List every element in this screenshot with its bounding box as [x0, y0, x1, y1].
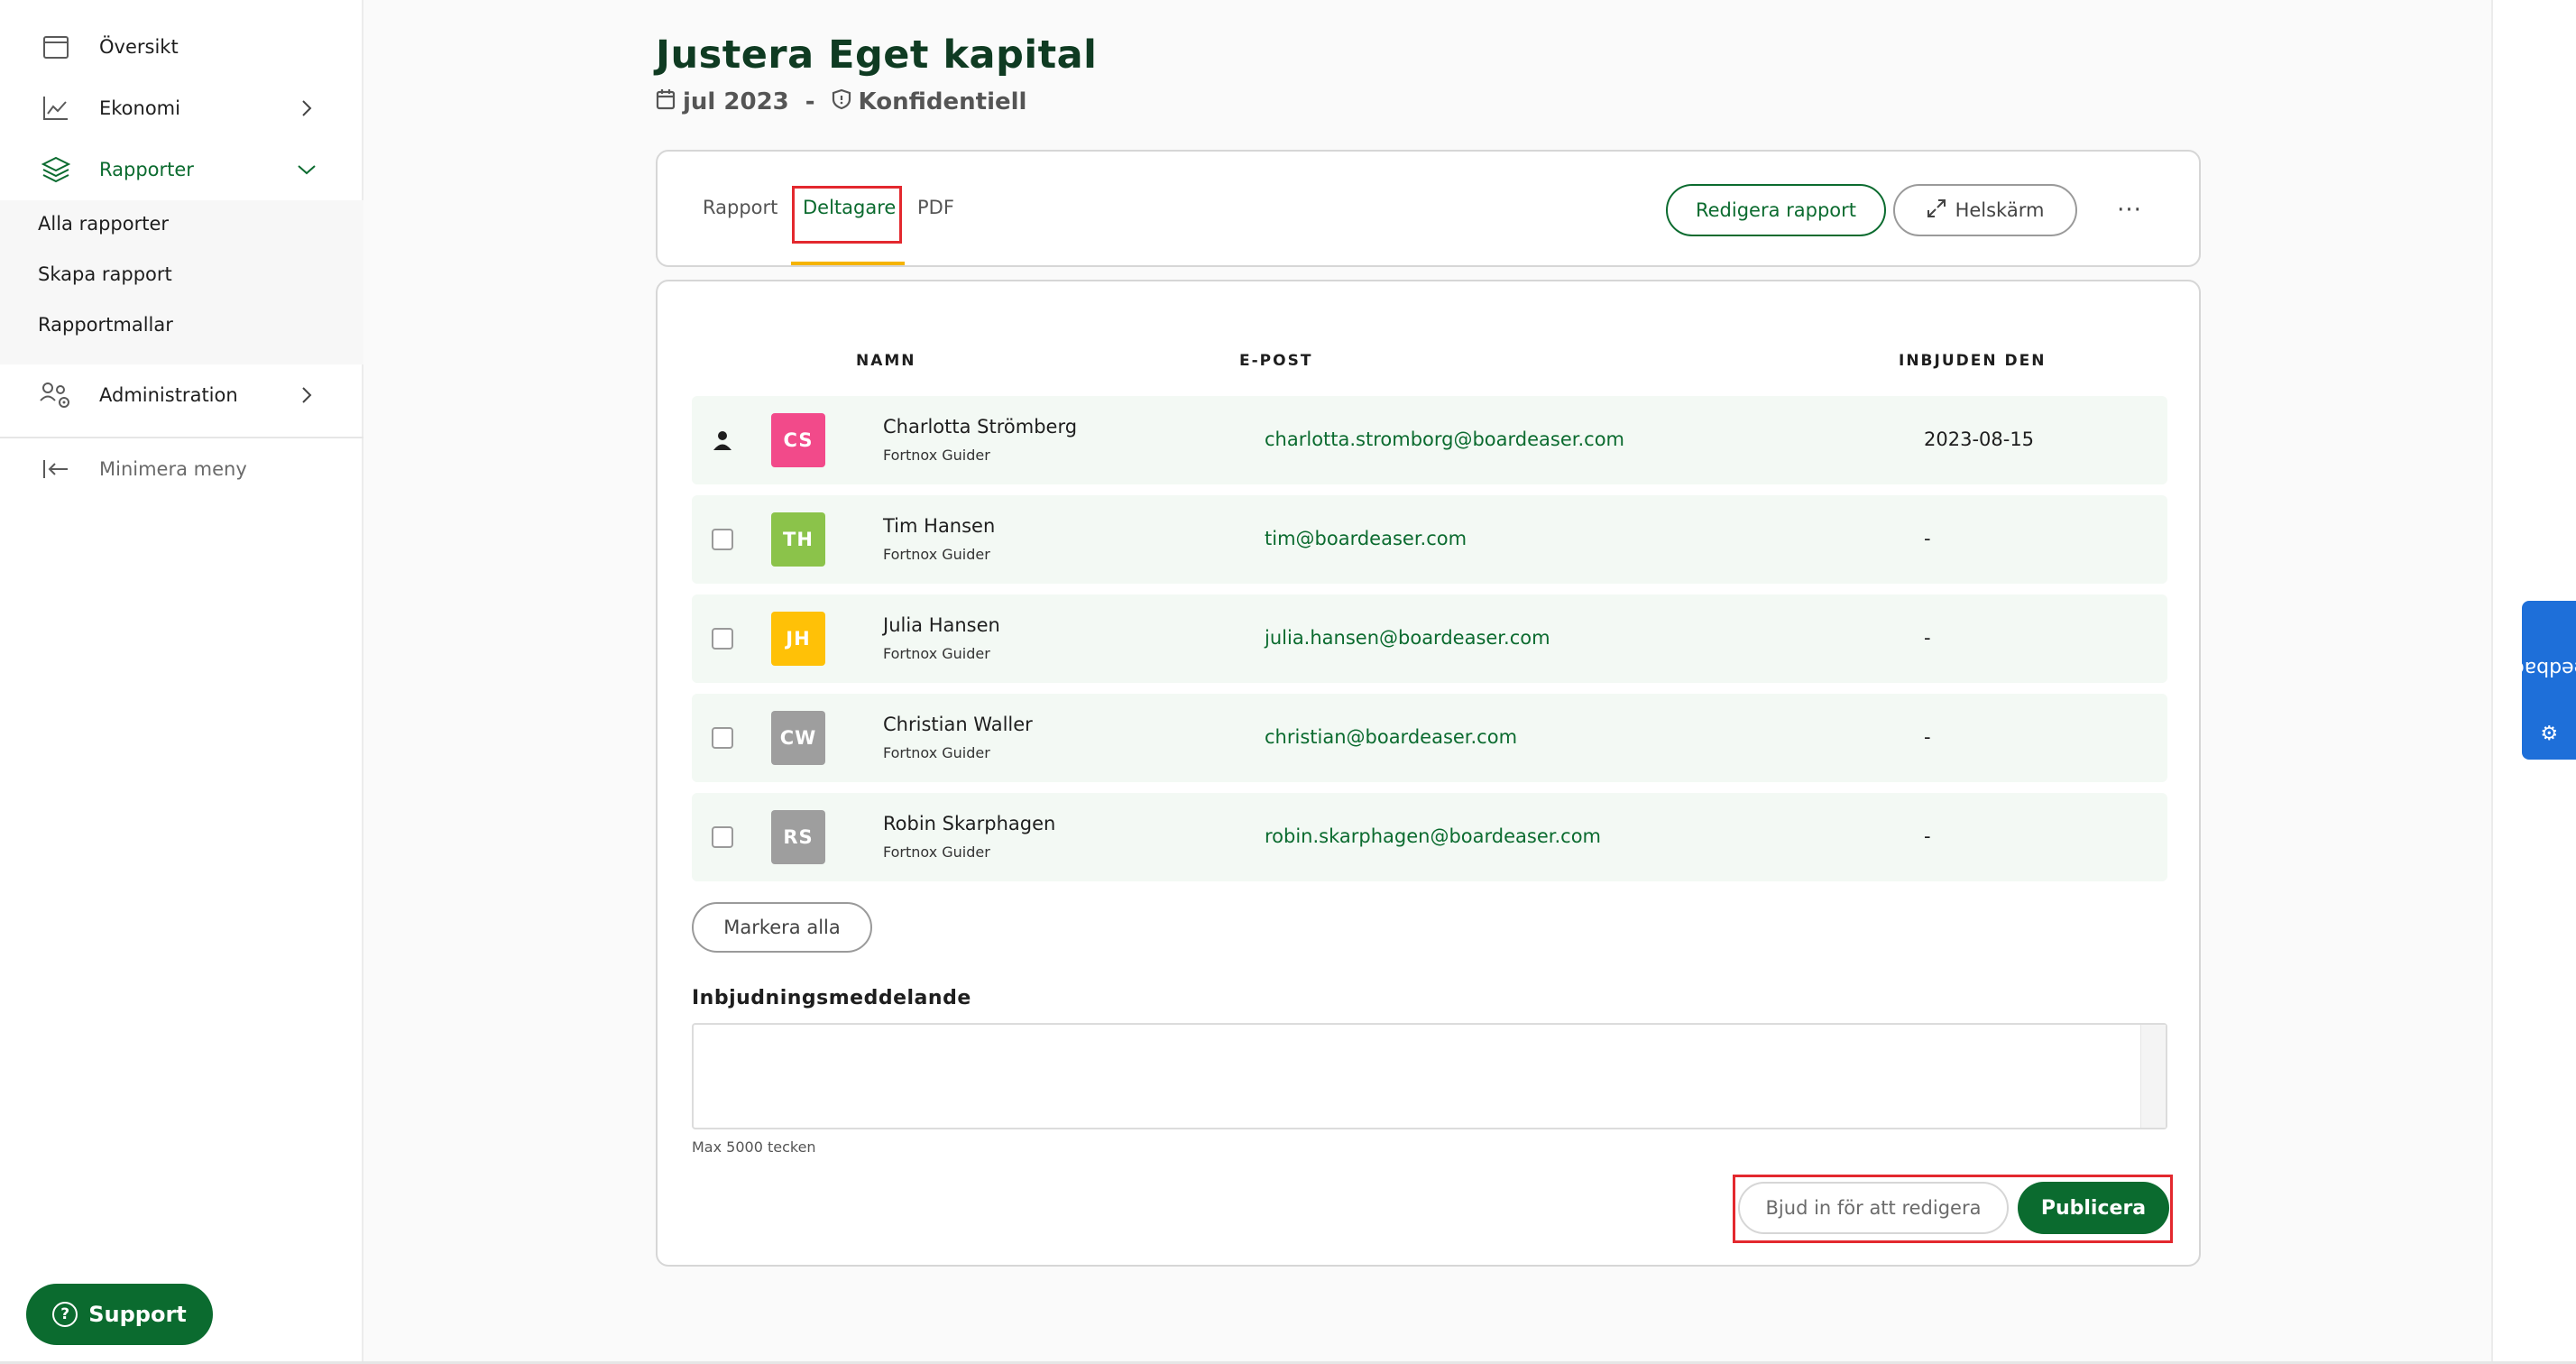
sidebar-subitem-rapportmallar[interactable]: Rapportmallar: [38, 314, 173, 336]
participant-invited-date: -: [1924, 627, 1931, 649]
column-header-inbjuden: INBJUDEN DEN: [1899, 352, 2047, 370]
table-row[interactable]: TH Tim Hansen Fortnox Guider tim@boardeaser…: [692, 495, 2167, 584]
participant-invited-date: -: [1924, 528, 1931, 549]
participant-name: Julia Hansen: [883, 614, 1000, 636]
minimize-menu-button[interactable]: Minimera meny: [0, 438, 363, 500]
participant-email[interactable]: robin.skarphagen@boardeaser.com: [1265, 825, 1601, 847]
support-label: Support: [88, 1302, 187, 1327]
tabs-card: Rapport Deltagare PDF Redigera rapport H…: [656, 150, 2201, 267]
checkbox[interactable]: [712, 529, 733, 550]
sidebar-item-rapporter[interactable]: Rapporter: [0, 139, 363, 200]
support-button[interactable]: ? Support: [26, 1284, 213, 1345]
participant-invited-date: -: [1924, 825, 1931, 847]
more-options-button[interactable]: ···: [2111, 197, 2148, 224]
participant-org: Fortnox Guider: [883, 843, 990, 861]
table-row[interactable]: CW Christian Waller Fortnox Guider christia…: [692, 694, 2167, 782]
sidebar-item-administration[interactable]: Administration: [0, 364, 363, 426]
checkbox[interactable]: [712, 628, 733, 650]
participant-email[interactable]: christian@boardeaser.com: [1265, 726, 1517, 748]
fullscreen-label: Helskärm: [1955, 199, 2045, 221]
participant-name: Christian Waller: [883, 714, 1033, 735]
tab-pdf[interactable]: PDF: [917, 197, 954, 218]
meta-separator: -: [805, 88, 815, 115]
sidebar-item-label: Översikt: [99, 36, 179, 58]
avatar: TH: [771, 512, 825, 567]
collapse-left-icon: [38, 451, 74, 487]
participant-name: Charlotta Strömberg: [883, 416, 1078, 438]
feedback-icon: ⚙: [2540, 719, 2558, 742]
checkbox[interactable]: [712, 826, 733, 848]
shield-icon: [832, 88, 851, 116]
max-length-note: Max 5000 tecken: [692, 1138, 816, 1156]
fullscreen-button[interactable]: Helskärm: [1893, 184, 2077, 236]
participant-org: Fortnox Guider: [883, 744, 990, 761]
table-row[interactable]: JH Julia Hansen Fortnox Guider julia.hansen…: [692, 594, 2167, 683]
page-title: Justera Eget kapital: [656, 32, 1098, 78]
invitation-message-label: Inbjudningsmeddelande: [692, 987, 971, 1009]
chevron-right-icon: [290, 379, 323, 411]
participant-name: Tim Hansen: [883, 515, 996, 537]
participant-invited-date: 2023-08-15: [1924, 429, 2035, 450]
participant-invited-date: -: [1924, 726, 1931, 748]
participant-name: Robin Skarphagen: [883, 813, 1056, 834]
invite-to-edit-button[interactable]: Bjud in för att redigera: [1738, 1182, 2009, 1234]
sidebar-subitem-alla-rapporter[interactable]: Alla rapporter: [38, 213, 169, 235]
users-gear-icon: [38, 377, 74, 413]
sidebar-item-label: Ekonomi: [99, 97, 180, 119]
mark-all-button[interactable]: Markera alla: [692, 902, 872, 953]
row-select-checkbox[interactable]: [712, 727, 733, 749]
participant-org: Fortnox Guider: [883, 447, 990, 464]
participant-email[interactable]: charlotta.stromborg@boardeaser.com: [1265, 429, 1624, 450]
calendar-icon: [38, 29, 74, 65]
calendar-icon: [656, 88, 676, 116]
invitation-message-input[interactable]: [692, 1023, 2167, 1129]
expand-icon: [1927, 198, 1946, 223]
sidebar: Översikt Ekonomi Rapporter Alla rapporte…: [0, 0, 363, 1364]
row-select-checkbox[interactable]: [712, 529, 733, 550]
participant-email[interactable]: tim@boardeaser.com: [1265, 528, 1467, 549]
person-icon: [712, 429, 733, 451]
tab-highlight-annotation: [792, 186, 902, 244]
feedback-button[interactable]: ⚙ Feedback: [2502, 601, 2576, 760]
chart-line-icon: [38, 90, 74, 126]
confidentiality-label: Konfidentiell: [858, 88, 1027, 115]
edit-report-label: Redigera rapport: [1695, 199, 1857, 221]
checkbox[interactable]: [712, 727, 733, 749]
participants-card: NAMN E-POST INBJUDEN DEN CS Charlotta Str…: [656, 280, 2201, 1267]
avatar: JH: [771, 612, 825, 666]
chevron-down-icon: [290, 153, 323, 186]
table-row[interactable]: CS Charlotta Strömberg Fortnox Guider charl…: [692, 396, 2167, 484]
report-period: jul 2023: [683, 88, 789, 115]
tab-rapport[interactable]: Rapport: [703, 197, 777, 218]
participant-org: Fortnox Guider: [883, 645, 990, 662]
edit-report-button[interactable]: Redigera rapport: [1666, 184, 1886, 236]
sidebar-subnav: Alla rapporter Skapa rapport Rapportmall…: [0, 200, 363, 364]
column-header-epost: E-POST: [1239, 352, 1313, 370]
column-header-namn: NAMN: [856, 352, 916, 370]
report-meta: jul 2023 - Konfidentiell: [656, 87, 1026, 117]
row-select-checkbox[interactable]: [712, 628, 733, 650]
feedback-label: Feedback: [2501, 656, 2576, 679]
help-circle-icon: ?: [52, 1302, 78, 1327]
sidebar-item-oversikt[interactable]: Översikt: [0, 16, 363, 78]
minimize-menu-label: Minimera meny: [99, 458, 247, 480]
avatar: CS: [771, 413, 825, 467]
chevron-right-icon: [290, 92, 323, 124]
row-select-checkbox[interactable]: [712, 826, 733, 848]
active-tab-indicator: [791, 262, 905, 265]
sidebar-item-label: Administration: [99, 384, 238, 406]
table-row[interactable]: RS Robin Skarphagen Fortnox Guider robin.sk…: [692, 793, 2167, 881]
publish-button[interactable]: Publicera: [2018, 1182, 2169, 1234]
sidebar-subitem-skapa-rapport[interactable]: Skapa rapport: [38, 263, 172, 285]
sidebar-item-label: Rapporter: [99, 159, 194, 180]
avatar: RS: [771, 810, 825, 864]
textarea-scrollbar[interactable]: [2140, 1025, 2166, 1128]
participant-email[interactable]: julia.hansen@boardeaser.com: [1265, 627, 1550, 649]
sidebar-item-ekonomi[interactable]: Ekonomi: [0, 78, 363, 139]
layers-icon: [38, 152, 74, 188]
avatar: CW: [771, 711, 825, 765]
participant-org: Fortnox Guider: [883, 546, 990, 563]
